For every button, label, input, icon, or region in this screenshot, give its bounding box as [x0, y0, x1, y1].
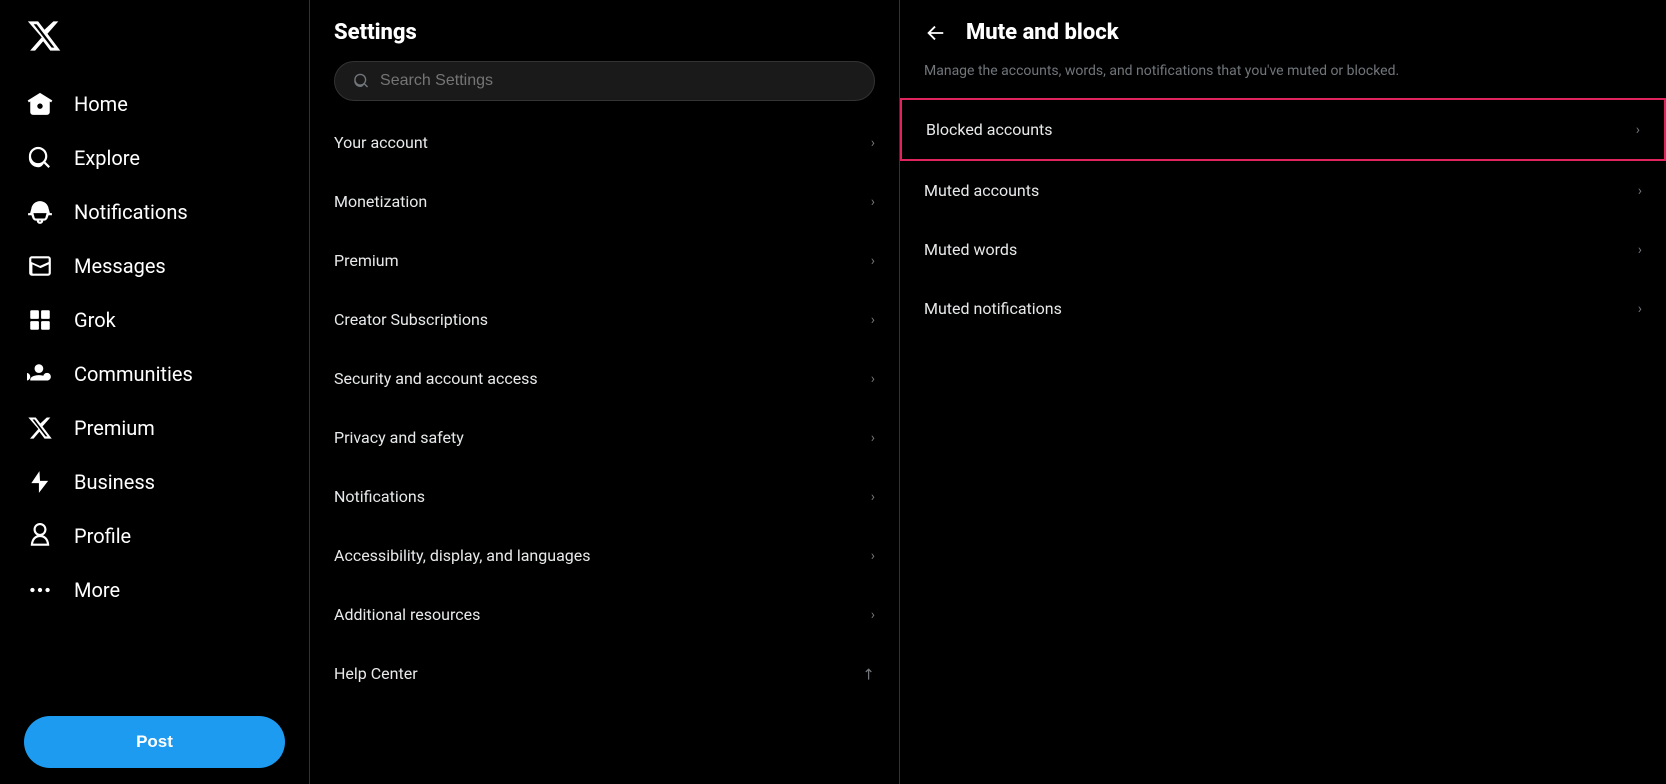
- mute-block-panel: Mute and block Manage the accounts, word…: [900, 0, 1666, 784]
- mute-block-item-muted-accounts[interactable]: Muted accounts ›: [900, 161, 1666, 220]
- sidebar-item-business[interactable]: Business: [12, 456, 297, 508]
- search-input[interactable]: [380, 72, 856, 90]
- mail-icon: [26, 252, 54, 280]
- chevron-right-icon: ›: [871, 489, 875, 505]
- bolt-icon: [26, 468, 54, 496]
- premium-x-icon: [26, 414, 54, 442]
- sidebar-item-label: More: [74, 578, 120, 602]
- sidebar-nav: Home Explore Notifications Messages: [12, 78, 297, 700]
- sidebar-item-label: Grok: [74, 308, 116, 332]
- sidebar-item-label: Explore: [74, 146, 140, 170]
- back-button[interactable]: [924, 22, 946, 44]
- mute-block-item-label: Muted words: [924, 240, 1017, 259]
- settings-item-label: Privacy and safety: [334, 428, 464, 447]
- sidebar-item-messages[interactable]: Messages: [12, 240, 297, 292]
- settings-item-privacy[interactable]: Privacy and safety ›: [310, 408, 899, 467]
- grok-icon: [26, 306, 54, 334]
- sidebar-item-grok[interactable]: Grok: [12, 294, 297, 346]
- chevron-right-icon: ›: [1638, 183, 1642, 199]
- settings-item-additional[interactable]: Additional resources ›: [310, 585, 899, 644]
- settings-item-security[interactable]: Security and account access ›: [310, 349, 899, 408]
- sidebar-item-profile[interactable]: Profile: [12, 510, 297, 562]
- mute-block-item-muted-words[interactable]: Muted words ›: [900, 220, 1666, 279]
- chevron-right-icon: ›: [1638, 242, 1642, 258]
- post-button[interactable]: Post: [24, 716, 285, 768]
- sidebar-item-label: Notifications: [74, 200, 188, 224]
- sidebar-item-label: Business: [74, 470, 155, 494]
- mute-block-item-blocked-accounts[interactable]: Blocked accounts ›: [900, 98, 1666, 161]
- settings-item-accessibility[interactable]: Accessibility, display, and languages ›: [310, 526, 899, 585]
- mute-block-list: Blocked accounts › Muted accounts › Mute…: [900, 98, 1666, 338]
- chevron-right-icon: ›: [1638, 301, 1642, 317]
- chevron-right-icon: ›: [871, 253, 875, 269]
- sidebar-item-premium[interactable]: Premium: [12, 402, 297, 454]
- settings-item-premium[interactable]: Premium ›: [310, 231, 899, 290]
- settings-item-label: Your account: [334, 133, 428, 152]
- chevron-right-icon: ›: [871, 548, 875, 564]
- settings-item-creator-subscriptions[interactable]: Creator Subscriptions ›: [310, 290, 899, 349]
- chevron-right-icon: ›: [871, 371, 875, 387]
- settings-item-label: Security and account access: [334, 369, 538, 388]
- chevron-right-icon: ›: [871, 430, 875, 446]
- settings-item-label: Notifications: [334, 487, 425, 506]
- explore-icon: [26, 144, 54, 172]
- settings-item-label: Additional resources: [334, 605, 480, 624]
- person-icon: [26, 522, 54, 550]
- search-icon: [353, 72, 370, 90]
- settings-header: Settings: [310, 0, 899, 113]
- x-logo[interactable]: [12, 8, 297, 74]
- sidebar-item-more[interactable]: More: [12, 564, 297, 616]
- more-icon: [26, 576, 54, 604]
- mute-block-subtitle: Manage the accounts, words, and notifica…: [900, 61, 1666, 98]
- sidebar: Home Explore Notifications Messages: [0, 0, 310, 784]
- mute-block-header: Mute and block: [900, 0, 1666, 61]
- sidebar-item-home[interactable]: Home: [12, 78, 297, 130]
- mute-block-item-muted-notifications[interactable]: Muted notifications ›: [900, 279, 1666, 338]
- sidebar-item-communities[interactable]: Communities: [12, 348, 297, 400]
- chevron-right-icon: ›: [871, 607, 875, 623]
- communities-icon: [26, 360, 54, 388]
- chevron-right-icon: ›: [871, 194, 875, 210]
- mute-block-item-label: Muted accounts: [924, 181, 1039, 200]
- mute-block-item-label: Blocked accounts: [926, 120, 1053, 139]
- sidebar-item-label: Profile: [74, 524, 131, 548]
- sidebar-item-label: Premium: [74, 416, 155, 440]
- settings-item-your-account[interactable]: Your account ›: [310, 113, 899, 172]
- sidebar-item-label: Messages: [74, 254, 166, 278]
- settings-item-notifications[interactable]: Notifications ›: [310, 467, 899, 526]
- settings-list: Your account › Monetization › Premium › …: [310, 113, 899, 703]
- mute-block-item-label: Muted notifications: [924, 299, 1062, 318]
- settings-item-label: Help Center: [334, 664, 418, 683]
- settings-item-help[interactable]: Help Center ↗: [310, 644, 899, 703]
- external-link-icon: ↗: [858, 663, 880, 685]
- sidebar-item-label: Home: [74, 92, 128, 116]
- sidebar-item-notifications[interactable]: Notifications: [12, 186, 297, 238]
- settings-item-label: Monetization: [334, 192, 427, 211]
- chevron-right-icon: ›: [871, 312, 875, 328]
- bell-icon: [26, 198, 54, 226]
- mute-block-title: Mute and block: [966, 20, 1119, 45]
- chevron-right-icon: ›: [1636, 122, 1640, 138]
- settings-title: Settings: [334, 20, 875, 45]
- sidebar-item-label: Communities: [74, 362, 193, 386]
- settings-item-label: Creator Subscriptions: [334, 310, 488, 329]
- search-bar[interactable]: [334, 61, 875, 101]
- sidebar-item-explore[interactable]: Explore: [12, 132, 297, 184]
- settings-item-monetization[interactable]: Monetization ›: [310, 172, 899, 231]
- settings-item-label: Accessibility, display, and languages: [334, 546, 591, 565]
- home-icon: [26, 90, 54, 118]
- settings-item-label: Premium: [334, 251, 399, 270]
- chevron-right-icon: ›: [871, 135, 875, 151]
- settings-panel: Settings Your account › Monetization › P…: [310, 0, 900, 784]
